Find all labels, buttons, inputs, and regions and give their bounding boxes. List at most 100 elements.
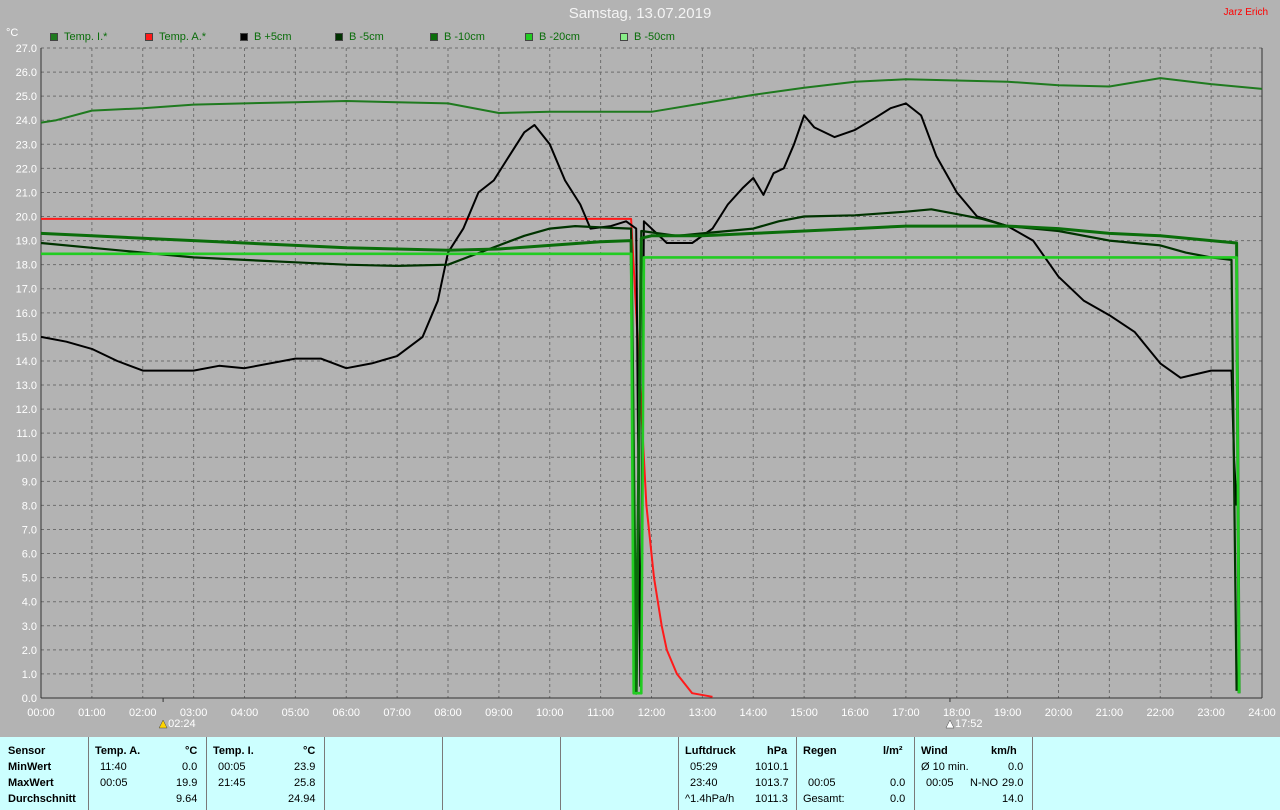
temp-i-min-value: 23.9 (294, 761, 316, 773)
x-tick-label: 21:00 (1096, 707, 1124, 719)
statistics-panel: Sensor MinWert MaxWert Durchschnitt Temp… (0, 737, 1280, 810)
y-tick-label: 14.0 (16, 356, 37, 368)
x-tick-label: 20:00 (1045, 707, 1073, 719)
rain-total-label: Gesamt: (803, 793, 845, 805)
legend-swatch (335, 33, 343, 41)
wind-max-direction: N-NO (970, 777, 999, 789)
pressure-max-value: 1013.7 (755, 777, 789, 789)
wind-title: Wind (921, 745, 948, 757)
x-tick-label: 22:00 (1146, 707, 1174, 719)
legend-swatch (620, 33, 628, 41)
pressure-max-time: 23:40 (690, 777, 718, 789)
author-label: Jarz Erich (1223, 7, 1268, 18)
wind-max-value: 29.0 (1002, 777, 1024, 789)
divider (678, 737, 679, 810)
y-tick-label: 23.0 (16, 139, 37, 151)
x-tick-label: 14:00 (739, 707, 767, 719)
pressure-title: Luftdruck (685, 745, 736, 757)
x-tick-label: 10:00 (536, 707, 564, 719)
y-tick-label: 12.0 (16, 404, 37, 416)
x-tick-label: 08:00 (434, 707, 462, 719)
legend-swatch (430, 33, 438, 41)
x-tick-label: 06:00 (332, 707, 360, 719)
y-tick-label: 26.0 (16, 67, 37, 79)
legend-swatch (50, 33, 58, 41)
divider (88, 737, 89, 810)
temp-a-title: Temp. A. (95, 745, 141, 757)
legend-swatch (525, 33, 533, 41)
x-tick-label: 12:00 (638, 707, 666, 719)
y-tick-label: 17.0 (16, 284, 37, 296)
x-tick-label: 16:00 (841, 707, 869, 719)
min-label: MinWert (8, 761, 52, 773)
rain-unit: l/m² (883, 745, 903, 757)
x-tick-label: 23:00 (1197, 707, 1225, 719)
legend-label: Temp. A.* (159, 31, 207, 43)
y-tick-label: 10.0 (16, 452, 37, 464)
legend-swatch (145, 33, 153, 41)
legend-item: B +5cm (240, 31, 292, 43)
divider (560, 737, 561, 810)
pressure-min-time: 05:29 (690, 761, 718, 773)
x-tick-label: 02:00 (129, 707, 157, 719)
y-tick-label: 6.0 (22, 549, 37, 561)
sunrise-icon (158, 719, 168, 729)
y-tick-label: 1.0 (22, 669, 37, 681)
wind-average: 14.0 (1002, 793, 1024, 805)
temp-i-title: Temp. I. (213, 745, 254, 757)
legend-item: B -10cm (430, 31, 485, 43)
temp-i-unit: °C (303, 745, 316, 757)
legend-label: B +5cm (254, 31, 292, 43)
y-axis-label: °C (6, 27, 18, 39)
temp-i-max-time: 21:45 (218, 777, 246, 789)
x-tick-label: 07:00 (383, 707, 411, 719)
wind-avg10-value: 0.0 (1008, 761, 1024, 773)
y-tick-label: 24.0 (16, 115, 37, 127)
y-tick-label: 0.0 (22, 693, 37, 705)
y-tick-label: 5.0 (22, 573, 37, 585)
x-tick-label: 15:00 (790, 707, 818, 719)
divider (442, 737, 443, 810)
temp-i-average: 24.94 (288, 793, 316, 805)
x-tick-label: 09:00 (485, 707, 513, 719)
x-tick-label: 00:00 (27, 707, 55, 719)
temp-i-min-time: 00:05 (218, 761, 246, 773)
x-tick-label: 13:00 (689, 707, 717, 719)
pressure-trend: ^1.4hPa/h (685, 793, 735, 805)
y-tick-label: 25.0 (16, 91, 37, 103)
y-tick-label: 8.0 (22, 500, 37, 512)
sunset-time-label: 17:52 (955, 718, 983, 730)
temp-a-unit: °C (185, 745, 198, 757)
rain-max-time: 00:05 (808, 777, 836, 789)
temp-a-max-time: 00:05 (100, 777, 128, 789)
y-tick-label: 19.0 (16, 236, 37, 248)
divider (1032, 737, 1033, 810)
pressure-unit: hPa (767, 745, 788, 757)
rain-max-value: 0.0 (890, 777, 906, 789)
rain-total-value: 0.0 (890, 793, 906, 805)
y-tick-label: 21.0 (16, 187, 37, 199)
temp-i-max-value: 25.8 (294, 777, 316, 789)
x-tick-label: 01:00 (78, 707, 106, 719)
max-label: MaxWert (8, 777, 54, 789)
temperature-chart: 0.0 1.0 2.0 3.0 4.0 5.0 6.0 7.0 8.0 9.0 10.0 11.0 12… (6, 27, 1276, 730)
y-tick-label: 3.0 (22, 621, 37, 633)
pressure-average: 1011.3 (755, 793, 788, 805)
legend-label: B -20cm (539, 31, 580, 43)
y-tick-label: 9.0 (22, 476, 37, 488)
y-tick-label: 27.0 (16, 43, 37, 55)
legend-item: B -20cm (525, 31, 580, 43)
wind-avg10-label: Ø 10 min. (921, 761, 969, 773)
temp-a-max-value: 19.9 (176, 777, 198, 789)
legend-label: B -10cm (444, 31, 485, 43)
divider (206, 737, 207, 810)
divider (324, 737, 325, 810)
y-tick-label: 7.0 (22, 524, 37, 536)
y-tick-label: 18.0 (16, 260, 37, 272)
wind-unit: km/h (991, 745, 1017, 757)
temp-a-average: 9.64 (176, 793, 198, 805)
y-tick-label: 13.0 (16, 380, 37, 392)
x-tick-label: 19:00 (994, 707, 1022, 719)
wind-max-time: 00:05 (926, 777, 954, 789)
y-tick-label: 20.0 (16, 212, 37, 224)
